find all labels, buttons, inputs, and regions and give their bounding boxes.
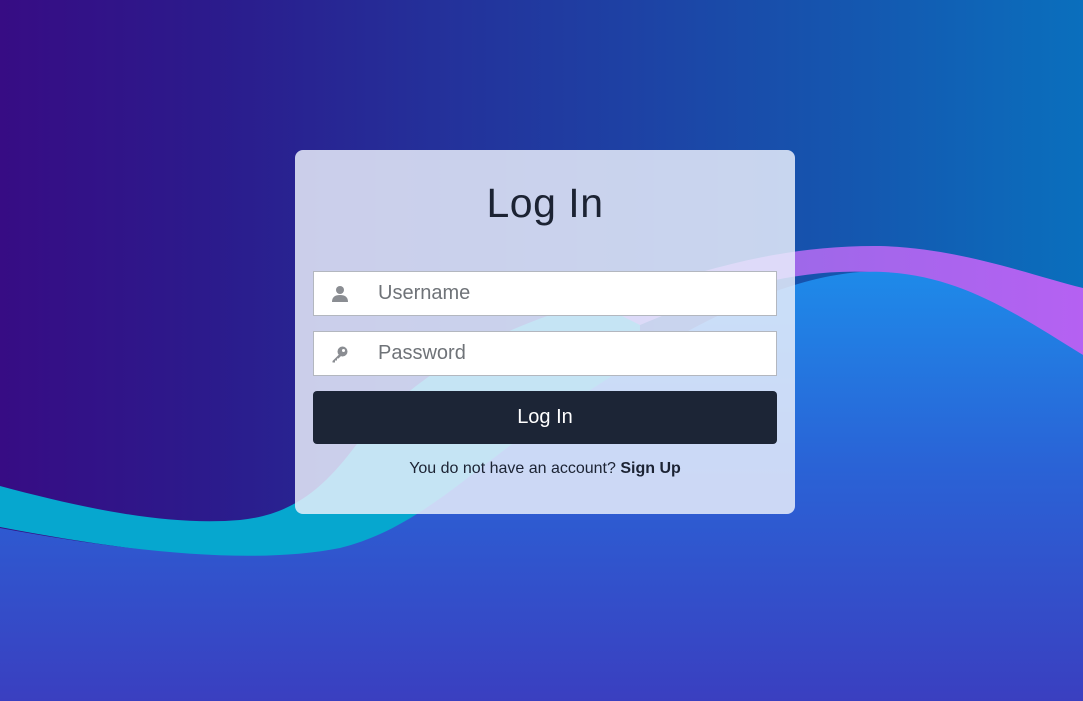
login-button[interactable]: Log In	[313, 391, 777, 444]
signup-link[interactable]: Sign Up	[620, 460, 680, 477]
signup-prompt-text: You do not have an account?	[409, 460, 616, 477]
page-title: Log In	[486, 180, 604, 226]
username-input[interactable]	[378, 272, 768, 315]
password-field[interactable]	[313, 331, 777, 376]
signup-prompt: You do not have an account? Sign Up	[0, 460, 1083, 478]
user-icon	[332, 286, 348, 302]
key-icon	[332, 346, 348, 363]
password-input[interactable]	[378, 332, 768, 375]
login-page: Log In Log In You do not have an account…	[0, 0, 1083, 701]
username-field[interactable]	[313, 271, 777, 316]
